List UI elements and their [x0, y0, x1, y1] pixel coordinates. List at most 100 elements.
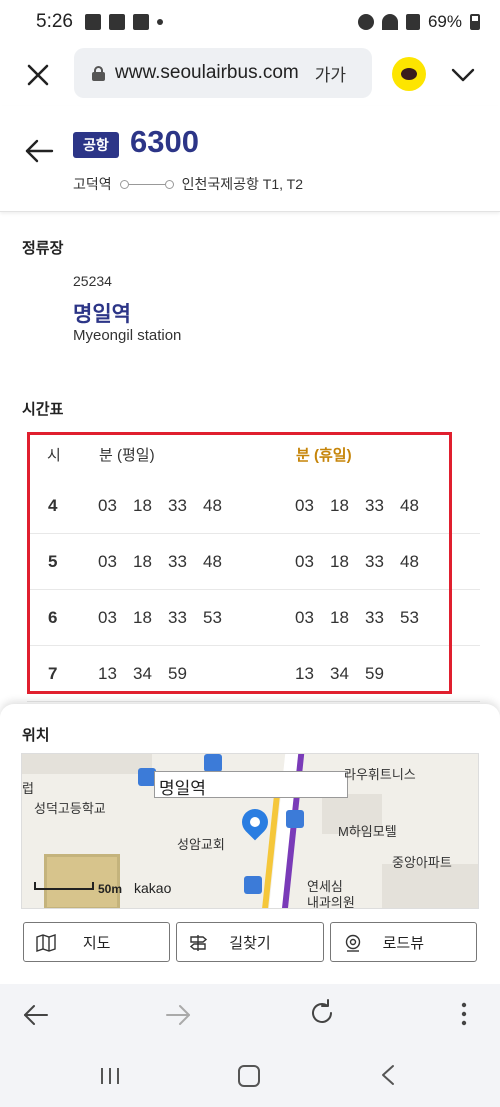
timetable-row: 7 13 34 59 13 34 59: [27, 646, 480, 702]
notification-icons: [84, 14, 163, 30]
timetable-weekend-minutes: 03 18 33 48: [295, 496, 435, 516]
map-button[interactable]: 지도: [23, 922, 171, 962]
route-number: 6300: [130, 124, 199, 159]
close-icon[interactable]: [22, 59, 54, 91]
timetable-header: 시 분 (평일) 분 (휴일): [27, 432, 480, 478]
map-label-tennis: 라우휘트니스: [344, 767, 416, 782]
map-scale-label: 50m: [98, 882, 123, 896]
minute-value: 34: [133, 664, 152, 683]
browser-forward-icon[interactable]: [164, 1001, 192, 1029]
timetable-weekend-minutes: 13 34 59: [295, 664, 400, 684]
browser-url-bar: www.seoulairbus.com 가가: [0, 44, 500, 106]
stop-name-en: Myeongil station: [73, 327, 182, 344]
map-buttons: 지도 길찾기 로드뷰: [23, 922, 477, 962]
bus-stop-icon: [204, 754, 222, 772]
system-back-icon[interactable]: [380, 1064, 396, 1086]
minute-value: 33: [168, 608, 187, 627]
minute-value: 33: [365, 552, 384, 571]
map-label-apartment: 중앙아파트: [392, 855, 452, 870]
bus-stop-icon: [286, 810, 304, 828]
timetable-weekday-minutes: 03 18 33 53: [98, 608, 238, 628]
directions-button[interactable]: 길찾기: [176, 922, 324, 962]
location-panel: 위치 명일역 럽 성덕고등학교 성암교회 라우휘트니스 M하임모텔 중앙아파트 …: [0, 704, 500, 984]
stop-section-title: 정류장: [22, 240, 64, 257]
timetable-hour: 7: [48, 664, 58, 683]
minute-value: 03: [295, 496, 314, 515]
browser-back-icon[interactable]: [22, 1001, 50, 1029]
kakao-talk-icon[interactable]: [392, 57, 426, 91]
minute-value: 03: [98, 608, 117, 627]
timetable-weekday-minutes: 03 18 33 48: [98, 552, 238, 572]
map-brand: kakao: [134, 880, 172, 896]
route-line-icon: [119, 179, 174, 189]
location-pin-icon: [236, 803, 274, 841]
timetable-weekend-minutes: 03 18 33 53: [295, 608, 435, 628]
app-notification-icon: [132, 14, 149, 30]
text-size-button[interactable]: 가가: [315, 61, 346, 86]
url-text: www.seoulairbus.com: [115, 62, 299, 83]
minute-value: 03: [295, 608, 314, 627]
timetable-hour: 6: [48, 608, 58, 627]
more-menu-icon[interactable]: [457, 1000, 471, 1028]
timetable-weekend-minutes: 03 18 33 48: [295, 552, 435, 572]
minute-value: 03: [98, 496, 117, 515]
minute-value: 18: [330, 496, 349, 515]
minute-value: 18: [133, 552, 152, 571]
minute-value: 13: [98, 664, 117, 683]
map-label-clinic-2: 내과의원: [307, 895, 355, 909]
minute-value: 13: [295, 664, 314, 683]
more-notifications-icon: [156, 19, 163, 25]
header-weekday: 분 (평일): [99, 447, 155, 464]
map[interactable]: 명일역 럽 성덕고등학교 성암교회 라우휘트니스 M하임모텔 중앙아파트 연세심…: [21, 753, 479, 909]
gallery-icon: [84, 14, 101, 30]
status-right: 69%: [357, 12, 480, 32]
minute-value: 03: [98, 552, 117, 571]
minute-value: 18: [330, 552, 349, 571]
route-origin: 고덕역: [73, 176, 112, 192]
camera-icon: [345, 934, 360, 952]
header-hour: 시: [47, 447, 61, 464]
minute-value: 33: [365, 608, 384, 627]
minute-value: 48: [203, 496, 222, 515]
map-label-edge: 럽: [22, 781, 34, 796]
map-stop-label: 명일역: [154, 771, 348, 798]
header-weekend: 분 (휴일): [296, 447, 352, 464]
minute-value: 59: [365, 664, 384, 683]
timetable-weekday-minutes: 13 34 59: [98, 664, 203, 684]
signal-icon: [405, 14, 420, 30]
minute-value: 34: [330, 664, 349, 683]
map-icon: [36, 934, 56, 952]
minute-value: 03: [295, 552, 314, 571]
alarm-icon: [357, 14, 374, 30]
back-arrow-icon[interactable]: [24, 138, 54, 164]
timetable: 시 분 (평일) 분 (휴일) 4 03 18 33 48 03 18 33 48 5 03 18 33…: [27, 432, 480, 722]
signpost-icon: [190, 935, 208, 951]
timetable-hour: 5: [48, 552, 58, 571]
minute-value: 18: [330, 608, 349, 627]
map-label-motel: M하임모텔: [338, 824, 397, 839]
timetable-section-title: 시간표: [22, 401, 64, 418]
stop-name: 명일역: [73, 303, 131, 326]
address-field[interactable]: www.seoulairbus.com 가가: [74, 48, 372, 98]
reload-icon[interactable]: [307, 998, 337, 1028]
home-icon[interactable]: [238, 1065, 260, 1087]
status-bar: 5:26 69%: [0, 0, 500, 44]
map-label-school: 성덕고등학교: [34, 801, 106, 816]
roadview-button-label: 로드뷰: [382, 934, 425, 952]
minute-value: 18: [133, 496, 152, 515]
minute-value: 59: [168, 664, 187, 683]
location-section-title: 위치: [22, 727, 50, 744]
timetable-row: 5 03 18 33 48 03 18 33 48: [27, 534, 480, 590]
battery-icon: [470, 14, 480, 30]
minute-value: 33: [168, 552, 187, 571]
roadview-button[interactable]: 로드뷰: [329, 922, 477, 962]
map-scale-bar: [34, 882, 94, 890]
system-nav-bar: [0, 1044, 500, 1107]
chevron-down-icon[interactable]: [448, 60, 478, 90]
stop-id: 25234: [73, 273, 112, 289]
recent-apps-icon[interactable]: [98, 1066, 122, 1086]
minute-value: 48: [400, 496, 419, 515]
minute-value: 48: [203, 552, 222, 571]
route-type-badge: 공항: [73, 132, 119, 158]
minute-value: 48: [400, 552, 419, 571]
